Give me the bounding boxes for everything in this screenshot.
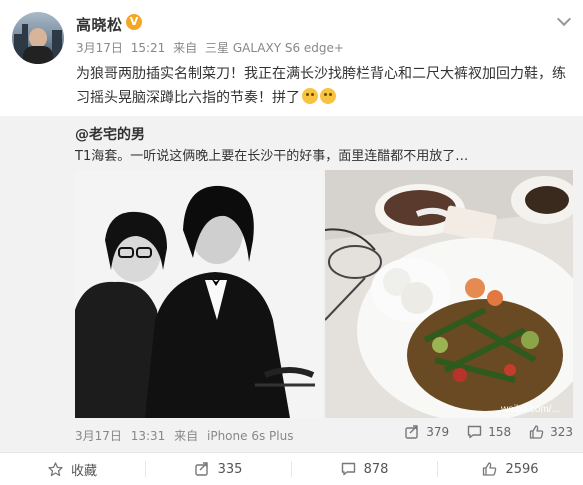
repost-actions: 379 158 323 xyxy=(405,425,573,439)
thumbs-up-icon xyxy=(529,425,544,439)
comment-count: 878 xyxy=(363,461,389,477)
grimace-emoji-icon xyxy=(320,88,336,104)
post-text: 为狼哥两肋插实名制菜刀！我正在满长沙找胯栏背心和二尺大裤衩加回力鞋，练习摇头晃脑… xyxy=(76,62,574,110)
post-time: 15:21 xyxy=(130,41,166,55)
like-count: 2596 xyxy=(505,461,539,477)
repost-repost-count: 379 xyxy=(426,425,450,439)
repost-icon xyxy=(405,425,418,439)
repost-text: T1海套。一听说这俩晚上要在长沙干的好事，面里连醋都不用放了… xyxy=(75,149,469,164)
favorite-label: 收藏 xyxy=(70,463,97,479)
repost-icon xyxy=(194,462,208,476)
repost-source-prefix: 来自 xyxy=(174,429,199,443)
comment-icon xyxy=(467,425,482,439)
photo-portrait[interactable] xyxy=(75,170,323,418)
repost-date: 3月17日 xyxy=(75,429,122,443)
post-meta: 3月17日 15:21 来自 三星 GALAXY S6 edge+ xyxy=(76,39,348,56)
favorite-button[interactable]: 收藏 xyxy=(0,453,145,485)
repost-comment-count: 158 xyxy=(488,425,512,439)
repost-card[interactable]: @老宅的男 T1海套。一听说这俩晚上要在长沙干的好事，面里连醋都不用放了… we… xyxy=(0,116,583,452)
post-source[interactable]: 三星 GALAXY S6 edge+ xyxy=(205,41,344,55)
comment-icon xyxy=(341,462,355,476)
post-source-prefix: 来自 xyxy=(173,41,198,55)
repost-like-count: 323 xyxy=(550,425,573,439)
repost-button[interactable]: 335 xyxy=(146,453,291,485)
repost-comment-button[interactable]: 158 xyxy=(467,425,511,439)
action-bar: 收藏 335 878 2596 xyxy=(0,452,583,485)
avatar[interactable] xyxy=(12,12,64,64)
comment-button[interactable]: 878 xyxy=(292,453,437,485)
repost-count: 335 xyxy=(217,461,243,477)
star-icon xyxy=(48,461,63,476)
repost-user[interactable]: @老宅的男 xyxy=(75,124,145,144)
chevron-down-icon[interactable] xyxy=(556,11,572,27)
post-date: 3月17日 xyxy=(76,41,123,55)
cry-emoji-icon xyxy=(302,88,318,104)
weibo-watermark: weibo.com/... xyxy=(500,404,560,415)
repost-source[interactable]: iPhone 6s Plus xyxy=(207,429,293,443)
user-name[interactable]: 高晓松 xyxy=(76,14,123,35)
repost-like-button[interactable]: 323 xyxy=(529,425,573,439)
photo-food[interactable]: weibo.com/... xyxy=(325,170,573,418)
repost-time: 13:31 xyxy=(130,429,166,443)
like-button[interactable]: 2596 xyxy=(438,453,583,485)
repost-meta: 3月17日 13:31 来自 iPhone 6s Plus xyxy=(75,427,298,444)
thumbs-up-icon xyxy=(483,462,497,476)
vip-badge-icon: V xyxy=(126,14,142,30)
weibo-post: 高晓松 V 3月17日 15:21 来自 三星 GALAXY S6 edge+ … xyxy=(0,0,583,485)
repost-repost-button[interactable]: 379 xyxy=(405,425,449,439)
